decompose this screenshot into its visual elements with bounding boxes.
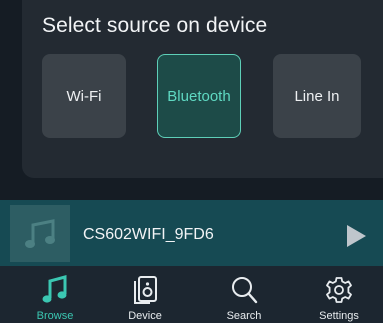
tab-browse[interactable]: Browse xyxy=(17,266,93,323)
gear-icon xyxy=(324,274,354,306)
tab-label-browse: Browse xyxy=(36,310,74,322)
tab-label-settings: Settings xyxy=(319,310,359,322)
bluetooth-source-button[interactable]: Bluetooth xyxy=(157,54,241,138)
play-icon xyxy=(347,225,366,247)
tab-search[interactable]: Search xyxy=(206,266,282,323)
speaker-icon xyxy=(130,274,160,306)
wifi-source-button[interactable]: Wi-Fi xyxy=(42,54,126,138)
now-playing-title: CS602WIFI_9FD6 xyxy=(83,226,214,243)
line-in-source-button[interactable]: Line In xyxy=(273,54,361,138)
music-note-icon xyxy=(25,218,55,248)
search-icon xyxy=(229,274,259,306)
tab-label-search: Search xyxy=(226,310,262,322)
tab-device[interactable]: Device xyxy=(107,266,183,323)
divider xyxy=(0,178,383,200)
play-button[interactable] xyxy=(344,223,368,249)
panel-title: Select source on device xyxy=(42,14,268,37)
tab-label-device: Device xyxy=(128,310,162,322)
album-art[interactable] xyxy=(10,205,70,262)
tab-settings[interactable]: Settings xyxy=(298,266,380,323)
music-note-icon xyxy=(40,274,70,306)
